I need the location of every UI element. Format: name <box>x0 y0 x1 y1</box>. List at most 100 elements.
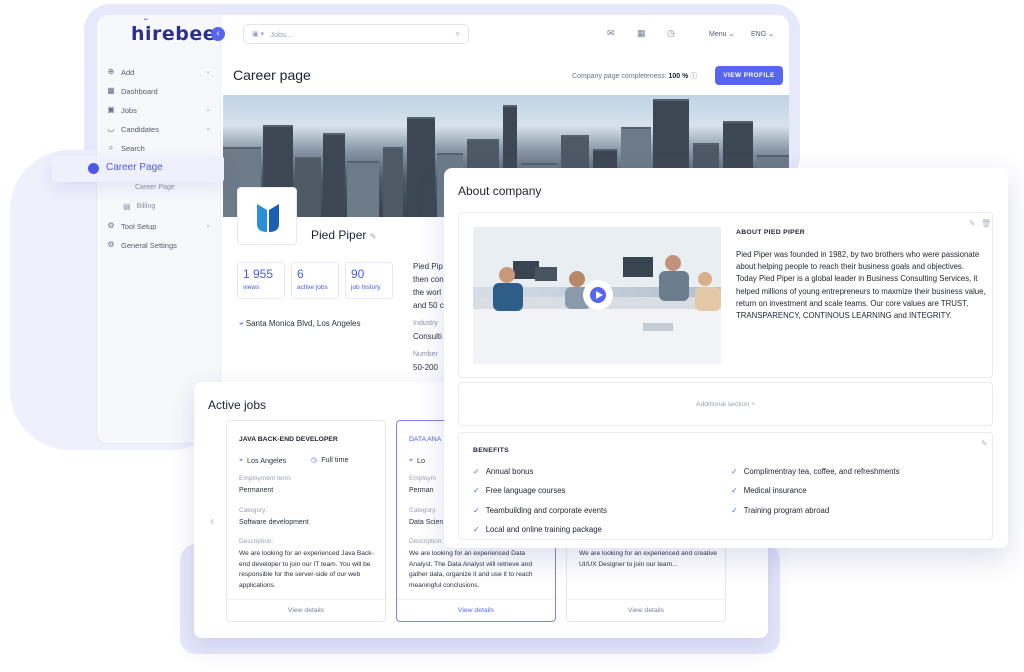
company-description-fragment: then con <box>413 275 444 284</box>
sidebar-item-label: Career Page <box>106 162 163 173</box>
sidebar-item-label: Dashboard <box>121 86 158 96</box>
info-icon: ⓘ <box>690 73 698 80</box>
menu-dropdown[interactable]: Menu ⌄ <box>709 30 734 38</box>
additional-section[interactable]: Additional section + <box>458 382 993 426</box>
grid-icon: ▦ <box>107 86 115 95</box>
sidebar-subitem-billing[interactable]: ▤ Billing <box>123 202 155 211</box>
sidebar-item-tool-setup[interactable]: ⚙ Tool Setup ⌄ <box>107 217 211 235</box>
benefit-item: ✓ Complimentray tea, coffee, and refreshm… <box>731 467 900 476</box>
stat-active-jobs: 6 active jobs <box>291 262 339 299</box>
location-pin-icon: ⌖ <box>239 455 244 464</box>
employment-label: Employm <box>409 475 437 482</box>
pencil-icon[interactable]: ✎ <box>370 232 377 241</box>
sidebar-item-dashboard[interactable]: ▦ Dashboard <box>107 82 211 100</box>
chevron-down-icon: ⌄ <box>205 106 211 113</box>
job-card[interactable]: JAVA BACK-END DEVELOPER ⌖ Los Angeles ◷ Fu… <box>226 420 386 622</box>
stat-label: active jobs <box>297 284 328 291</box>
view-details-link[interactable]: View details <box>397 599 555 621</box>
completeness-label: Company page completeness: 100 % ⓘ <box>572 71 697 81</box>
sidebar-item-search[interactable]: ⌕ Search <box>107 139 211 157</box>
logo: ˜ hirebee <box>131 17 217 45</box>
company-description-fragment: the worl <box>413 288 442 297</box>
benefit-text: Complimentray tea, coffee, and refreshme… <box>743 467 900 476</box>
sidebar-item-label: Search <box>121 143 145 153</box>
company-logo <box>237 187 297 245</box>
location-pin-icon: ⌖ <box>239 319 244 328</box>
sidebar-item-add[interactable]: ⊕ Add ⌄ <box>107 63 211 81</box>
clock-icon: ◷ <box>311 455 318 464</box>
category-label: Category: <box>239 507 268 514</box>
job-location-text: Los Angeles <box>247 455 287 465</box>
benefit-item: ✓ Training program abroad <box>731 506 829 515</box>
location-pin-icon: ⌖ <box>409 455 414 464</box>
sidebar-item-candidates[interactable]: ◡ Candidates ⌄ <box>107 120 212 138</box>
search-icon: ⌕ <box>108 143 114 152</box>
globe-icon <box>88 163 99 174</box>
check-icon: ✓ <box>473 525 480 534</box>
about-text: Pied Piper was founded in 1982, by two b… <box>736 250 986 321</box>
benefit-item: ✓ Medical insurance <box>731 486 807 495</box>
sidebar-subitem-label: Career Page <box>135 184 175 191</box>
benefit-item: ✓ Free language courses <box>473 486 565 495</box>
check-icon: ✓ <box>473 506 480 515</box>
language-dropdown[interactable]: ENG ⌄ <box>751 30 774 38</box>
briefcase-icon: ▣ ▾ <box>252 31 265 38</box>
benefit-text: Medical insurance <box>743 486 807 495</box>
location-text: Santa Monica Blvd, Los Angeles <box>245 319 361 328</box>
pencil-icon[interactable]: ✎ <box>969 219 976 228</box>
sidebar-item-label: General Settings <box>121 240 177 250</box>
chevron-down-icon: ⌄ <box>205 68 211 75</box>
check-icon: ✓ <box>731 486 738 495</box>
view-details-link[interactable]: View details <box>227 599 385 621</box>
additional-section-label: Additional section + <box>695 401 756 408</box>
job-location-text: Lo <box>417 455 426 465</box>
card-icon: ▤ <box>123 202 131 211</box>
check-icon: ✓ <box>473 467 480 476</box>
sidebar-item-career-page[interactable]: Career Page <box>52 156 224 182</box>
check-icon: ✓ <box>473 486 480 495</box>
company-name: Pied Piper ✎ <box>311 228 376 242</box>
job-description: We are looking for an experienced and cr… <box>579 550 718 568</box>
sidebar-item-jobs[interactable]: ▣ Jobs ⌄ <box>107 101 211 119</box>
check-icon: ✓ <box>731 467 738 476</box>
sidebar-item-label: Tool Setup <box>121 221 157 231</box>
description-label: Description: <box>239 538 274 545</box>
company-description-fragment: and 50 c <box>413 301 444 310</box>
job-location: ⌖ Lo <box>409 455 425 465</box>
view-profile-button[interactable]: VIEW PROFILE <box>715 66 783 85</box>
benefit-item: ✓ Annual bonus <box>473 467 533 476</box>
mail-icon[interactable]: ✉ <box>607 28 615 39</box>
search-placeholder: Jobs... <box>270 29 293 39</box>
about-company-title: About company <box>458 184 542 198</box>
trash-icon[interactable]: 🗑 <box>981 219 991 228</box>
user-icon: ◡ <box>107 124 115 133</box>
about-section: ABOUT PIED PIPER Pied Piper was founded … <box>458 212 993 378</box>
view-details-link[interactable]: View details <box>567 599 725 621</box>
calendar-icon[interactable]: ▦ <box>637 28 646 39</box>
job-term-type: ◷ Full time <box>311 455 348 464</box>
search-input[interactable]: ▣ ▾ Jobs... ⌕ <box>243 24 469 44</box>
job-title: DATA ANA <box>409 436 442 443</box>
completeness-value: 100 % <box>668 73 689 80</box>
language-label: ENG <box>751 31 767 38</box>
about-heading: ABOUT PIED PIPER <box>736 229 806 236</box>
chevron-left-icon[interactable]: ‹ <box>210 514 214 528</box>
check-icon: ✓ <box>731 506 738 515</box>
category-value: Software development <box>239 519 309 526</box>
stat-views: 1 955 views <box>237 262 285 299</box>
menu-label: Menu <box>709 31 727 38</box>
benefit-text: Local and online training package <box>485 525 602 534</box>
clock-icon[interactable]: ◷ <box>667 28 675 39</box>
number-value: 50-200 <box>413 363 438 372</box>
company-video[interactable] <box>473 227 721 364</box>
benefit-text: Annual bonus <box>485 467 534 476</box>
play-button[interactable] <box>583 280 613 310</box>
sidebar-subitem-career-page[interactable]: Career Page <box>135 184 175 191</box>
stat-value: 90 <box>351 267 365 281</box>
employment-value: Perman <box>409 487 434 494</box>
sidebar-item-general-settings[interactable]: ⚙ General Settings <box>107 236 211 254</box>
briefcase-icon: ▣ <box>107 105 115 114</box>
pencil-icon[interactable]: ✎ <box>981 439 988 448</box>
company-description-fragment: Pied Pip <box>413 262 443 271</box>
chevron-down-icon: ⌄ <box>205 125 211 132</box>
